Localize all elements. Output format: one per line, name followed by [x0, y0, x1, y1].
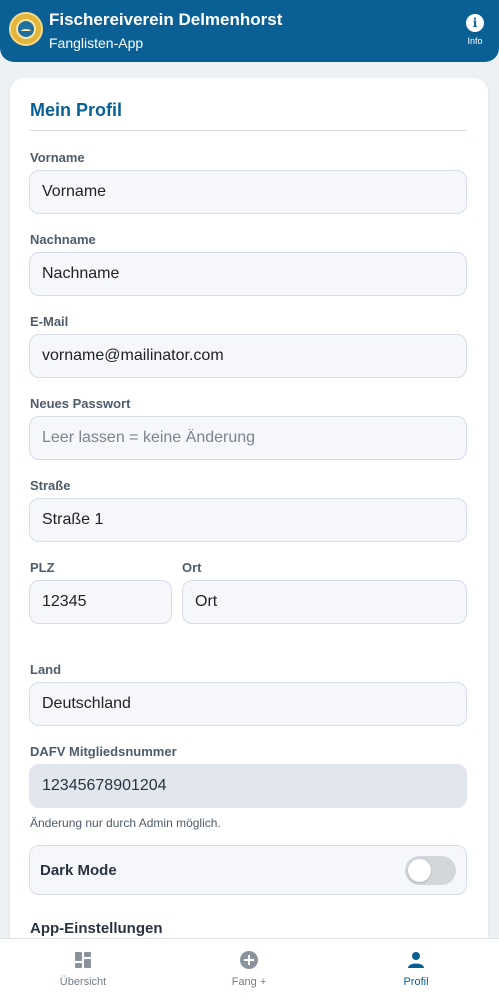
lastname-input[interactable]	[29, 252, 467, 296]
country-input[interactable]	[29, 682, 467, 726]
password-input[interactable]	[29, 416, 467, 460]
app-subtitle: Fanglisten-App	[49, 35, 144, 51]
dashboard-icon	[75, 952, 91, 968]
email-input[interactable]	[29, 334, 467, 378]
info-button[interactable]: i Info	[464, 14, 486, 46]
country-label: Land	[30, 662, 62, 677]
add-circle-icon	[240, 951, 258, 969]
bottom-navigation: Übersicht Fang + Profil	[0, 938, 499, 1000]
title-divider	[30, 130, 467, 131]
city-label: Ort	[182, 560, 202, 575]
zip-input[interactable]	[29, 580, 172, 624]
member-number-input	[29, 764, 467, 808]
nav-item-add-catch[interactable]: Fang +	[166, 939, 332, 1000]
nav-label-add-catch: Fang +	[231, 976, 267, 988]
nav-label-profile: Profil	[403, 976, 429, 988]
nav-label-overview: Übersicht	[59, 976, 107, 988]
page-title: Mein Profil	[30, 100, 123, 120]
member-number-hint: Änderung nur durch Admin möglich.	[30, 816, 221, 830]
member-number-label: DAFV Mitgliedsnummer	[30, 744, 177, 759]
street-input[interactable]	[29, 498, 467, 542]
city-input[interactable]	[182, 580, 467, 624]
info-icon: i	[466, 14, 484, 32]
password-label: Neues Passwort	[30, 396, 131, 411]
person-icon	[408, 952, 424, 968]
nav-item-profile[interactable]: Profil	[333, 939, 499, 1000]
dark-mode-toggle[interactable]	[405, 856, 456, 885]
toggle-knob	[408, 859, 431, 882]
app-title: Fischereiverein Delmenhorst	[49, 10, 283, 29]
app-header: Fischereiverein Delmenhorst Fanglisten-A…	[0, 0, 499, 62]
club-logo	[9, 12, 43, 46]
dark-mode-row: Dark Mode	[29, 845, 467, 895]
street-label: Straße	[30, 478, 71, 493]
firstname-label: Vorname	[30, 150, 85, 165]
app-settings-heading: App-Einstellungen	[30, 920, 163, 937]
nav-item-overview[interactable]: Übersicht	[0, 939, 166, 1000]
email-label: E-Mail	[30, 314, 69, 329]
info-label: Info	[467, 36, 483, 46]
profile-card: Mein Profil Vorname Nachname E-Mail Neue…	[10, 78, 488, 978]
firstname-input[interactable]	[29, 170, 467, 214]
dark-mode-label: Dark Mode	[40, 862, 117, 879]
lastname-label: Nachname	[30, 232, 96, 247]
zip-label: PLZ	[30, 560, 55, 575]
